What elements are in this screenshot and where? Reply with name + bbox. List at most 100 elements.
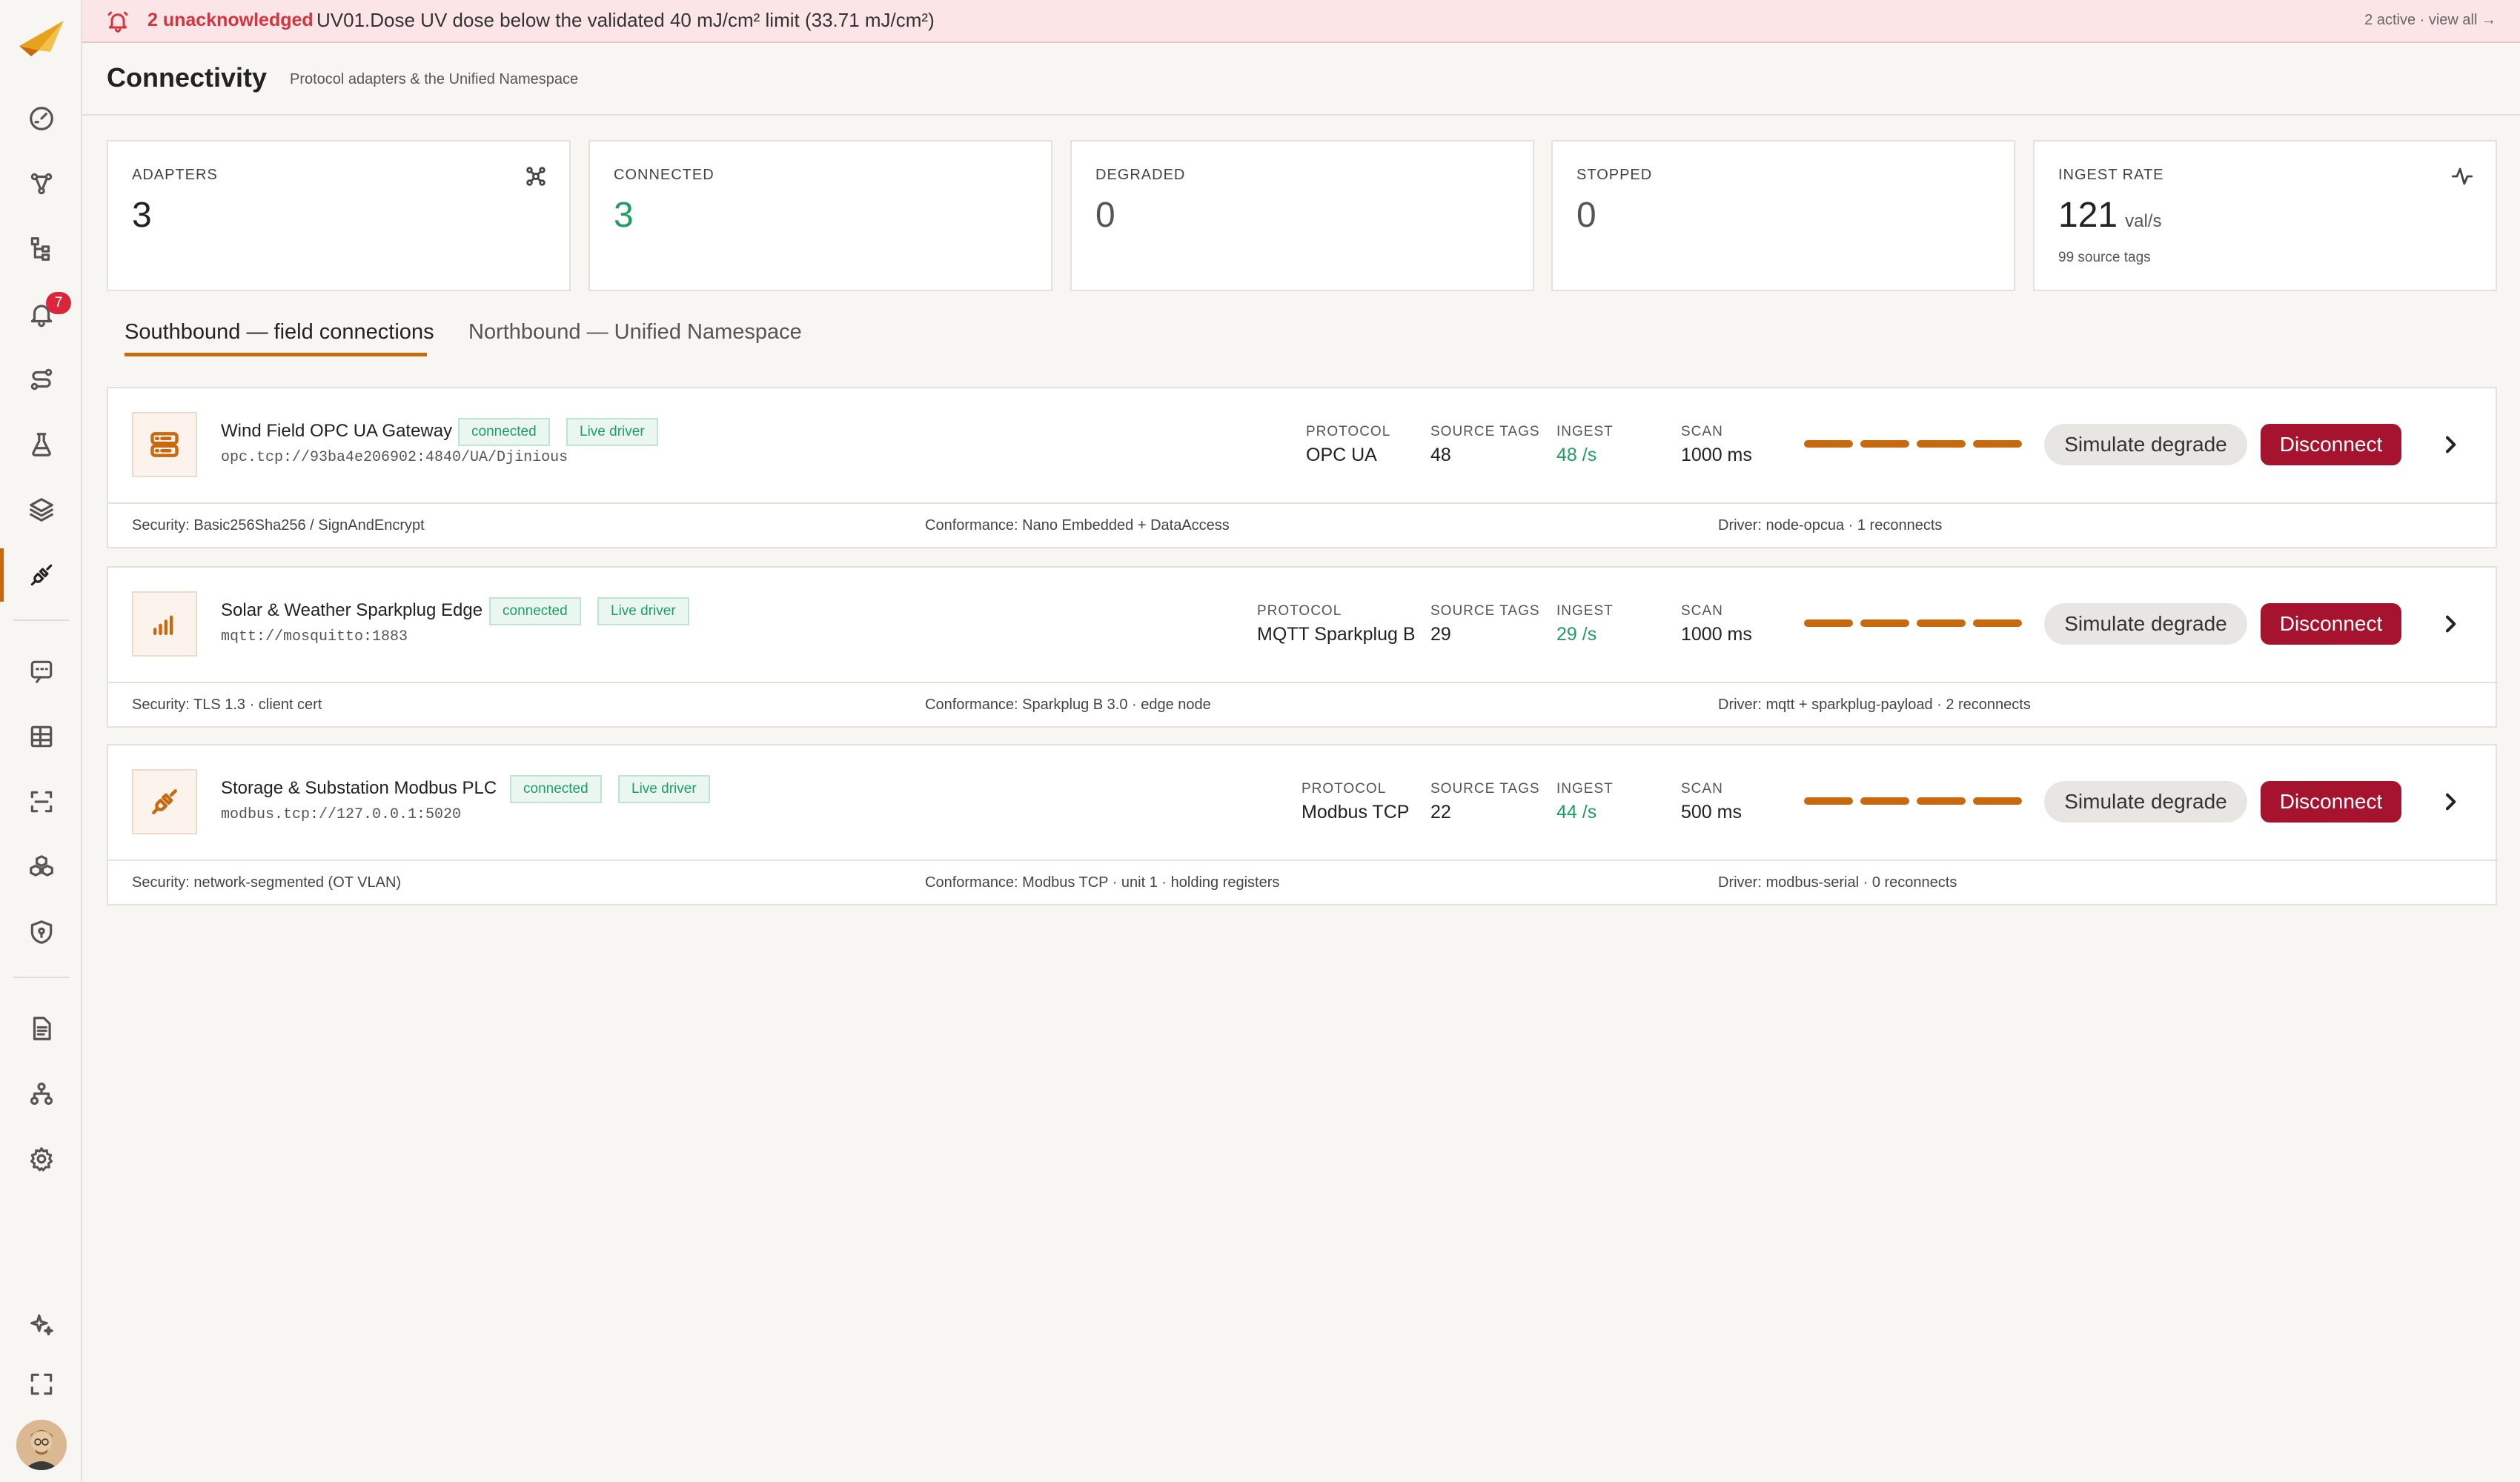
- ingest-value: 44 /s: [1556, 802, 1597, 823]
- alert-banner: 2 unacknowledged UV01.Dose UV dose below…: [82, 0, 2520, 43]
- ingest-value: 48 /s: [1556, 445, 1597, 465]
- plug-icon: [30, 564, 52, 586]
- protocol-label: PROTOCOL: [1306, 424, 1391, 439]
- adapter-footer: [108, 860, 2499, 906]
- stat-label: ADAPTERS: [132, 167, 218, 183]
- scan-value: 1000 ms: [1681, 445, 1752, 465]
- plug-icon: [132, 769, 197, 834]
- shield-icon: [30, 920, 52, 944]
- stat-card-adapters: ADAPTERS 3: [107, 140, 571, 291]
- protocol-label: PROTOCOL: [1302, 781, 1387, 797]
- stat-label: DEGRADED: [1095, 167, 1186, 183]
- nav-dashboard[interactable]: [0, 92, 82, 145]
- ingest-label: INGEST: [1556, 781, 1614, 797]
- stat-label: INGEST RATE: [2058, 167, 2164, 183]
- alert-count[interactable]: 2 unacknowledged: [147, 10, 314, 31]
- adapter-name[interactable]: Storage & Substation Modbus PLC: [221, 778, 497, 799]
- table-icon: [30, 725, 52, 748]
- signal-bar: [1804, 440, 1853, 448]
- document-icon: [33, 1017, 51, 1040]
- signal-bar: [1804, 797, 1853, 805]
- layers-icon: [29, 498, 53, 522]
- security-info: Security: TLS 1.3 · client cert: [132, 697, 322, 713]
- protocol-label: PROTOCOL: [1257, 603, 1342, 619]
- nav-divider: [13, 619, 69, 621]
- ingest-value: 29 /s: [1556, 624, 1597, 645]
- user-avatar[interactable]: [16, 1420, 67, 1470]
- view-all-alerts-link[interactable]: 2 active · view all →: [2364, 12, 2496, 29]
- disconnect-button[interactable]: Disconnect: [2261, 781, 2401, 823]
- brand-logo-icon[interactable]: [16, 18, 67, 59]
- signal-bars: [1804, 797, 2023, 805]
- stat-label: STOPPED: [1576, 167, 1653, 183]
- sidebar: 7: [0, 0, 82, 1482]
- nav-lab[interactable]: [0, 418, 82, 471]
- scan-label: SCAN: [1681, 424, 1723, 439]
- simulate-degrade-button[interactable]: Simulate degrade: [2044, 424, 2247, 465]
- alarm-count-badge: 7: [46, 292, 71, 314]
- nav-connectivity[interactable]: [0, 548, 82, 602]
- adapter-endpoint: opc.tcp://93ba4e206902:4840/UA/Djinious: [221, 449, 568, 466]
- nav-layers[interactable]: [0, 483, 82, 536]
- adapter-panel-opcua: Wind Field OPC UA Gateway connected Live…: [107, 387, 2499, 548]
- nav-assets[interactable]: [0, 840, 82, 894]
- nav-alarms[interactable]: 7: [0, 288, 82, 341]
- cubes-icon: [29, 855, 53, 877]
- chevron-right-icon[interactable]: [2438, 612, 2462, 636]
- tab-northbound[interactable]: Northbound — Unified Namespace: [468, 320, 802, 345]
- nav-tables[interactable]: [0, 710, 82, 763]
- nav-fullscreen[interactable]: [0, 1358, 82, 1411]
- driver-badge: Live driver: [566, 418, 658, 446]
- nav-security[interactable]: [0, 906, 82, 959]
- flask-icon: [31, 433, 51, 456]
- signal-bar: [1973, 797, 2022, 805]
- adapter-panel-sparkplug: Solar & Weather Sparkplug Edge connected…: [107, 566, 2499, 728]
- status-badge: connected: [458, 418, 550, 446]
- ingest-label: INGEST: [1556, 424, 1614, 439]
- status-badge: connected: [489, 597, 581, 625]
- scan-label: SCAN: [1681, 603, 1723, 619]
- signal-bar: [1917, 619, 1966, 627]
- nav-messages[interactable]: [0, 645, 82, 698]
- message-icon: [30, 660, 52, 683]
- adapter-name[interactable]: Wind Field OPC UA Gateway: [221, 421, 452, 442]
- stat-card-connected: CONNECTED 3: [588, 140, 1052, 291]
- signal-bars: [1804, 619, 2023, 627]
- simulate-degrade-button[interactable]: Simulate degrade: [2044, 781, 2247, 823]
- active-tab-indicator: [125, 353, 427, 356]
- tab-southbound[interactable]: Southbound — field connections: [125, 320, 434, 345]
- nav-scan[interactable]: [0, 775, 82, 828]
- protocol-value: OPC UA: [1306, 445, 1377, 465]
- graph-icon: [30, 173, 52, 195]
- nav-org[interactable]: [0, 1067, 82, 1120]
- stat-value: 0: [1576, 196, 1596, 235]
- protocol-value: MQTT Sparkplug B: [1257, 624, 1416, 645]
- disconnect-button[interactable]: Disconnect: [2261, 424, 2401, 465]
- signal-bars: [1804, 440, 2023, 448]
- nav-settings[interactable]: [0, 1132, 82, 1186]
- adapter-footer: [108, 682, 2499, 728]
- nav-topology[interactable]: [0, 157, 82, 210]
- stat-card-degraded: DEGRADED 0: [1070, 140, 1534, 291]
- nav-hierarchy[interactable]: [0, 222, 82, 276]
- stat-value: 3: [132, 196, 152, 235]
- simulate-degrade-button[interactable]: Simulate degrade: [2044, 603, 2247, 645]
- security-info: Security: Basic256Sha256 / SignAndEncryp…: [132, 517, 425, 534]
- chevron-right-icon[interactable]: [2438, 790, 2462, 814]
- nav-divider: [13, 977, 69, 978]
- stat-card-ingest-rate: INGEST RATE 121 val/s 99 source tags: [2033, 140, 2497, 291]
- adapter-name[interactable]: Solar & Weather Sparkplug Edge: [221, 600, 483, 621]
- status-badge: connected: [510, 775, 602, 803]
- stat-value: 0: [1095, 196, 1115, 235]
- disconnect-button[interactable]: Disconnect: [2261, 603, 2401, 645]
- signal-bar: [1860, 619, 1909, 627]
- signal-bar: [1860, 797, 1909, 805]
- nav-documents[interactable]: [0, 1002, 82, 1055]
- nav-assistant[interactable]: [0, 1298, 82, 1352]
- nav-routes[interactable]: [0, 353, 82, 406]
- chevron-right-icon[interactable]: [2438, 433, 2462, 456]
- conformance-info: Conformance: Sparkplug B 3.0 · edge node: [925, 697, 1211, 713]
- signal-bar: [1804, 619, 1853, 627]
- sparkles-icon: [30, 1314, 53, 1336]
- scan-label: SCAN: [1681, 781, 1723, 797]
